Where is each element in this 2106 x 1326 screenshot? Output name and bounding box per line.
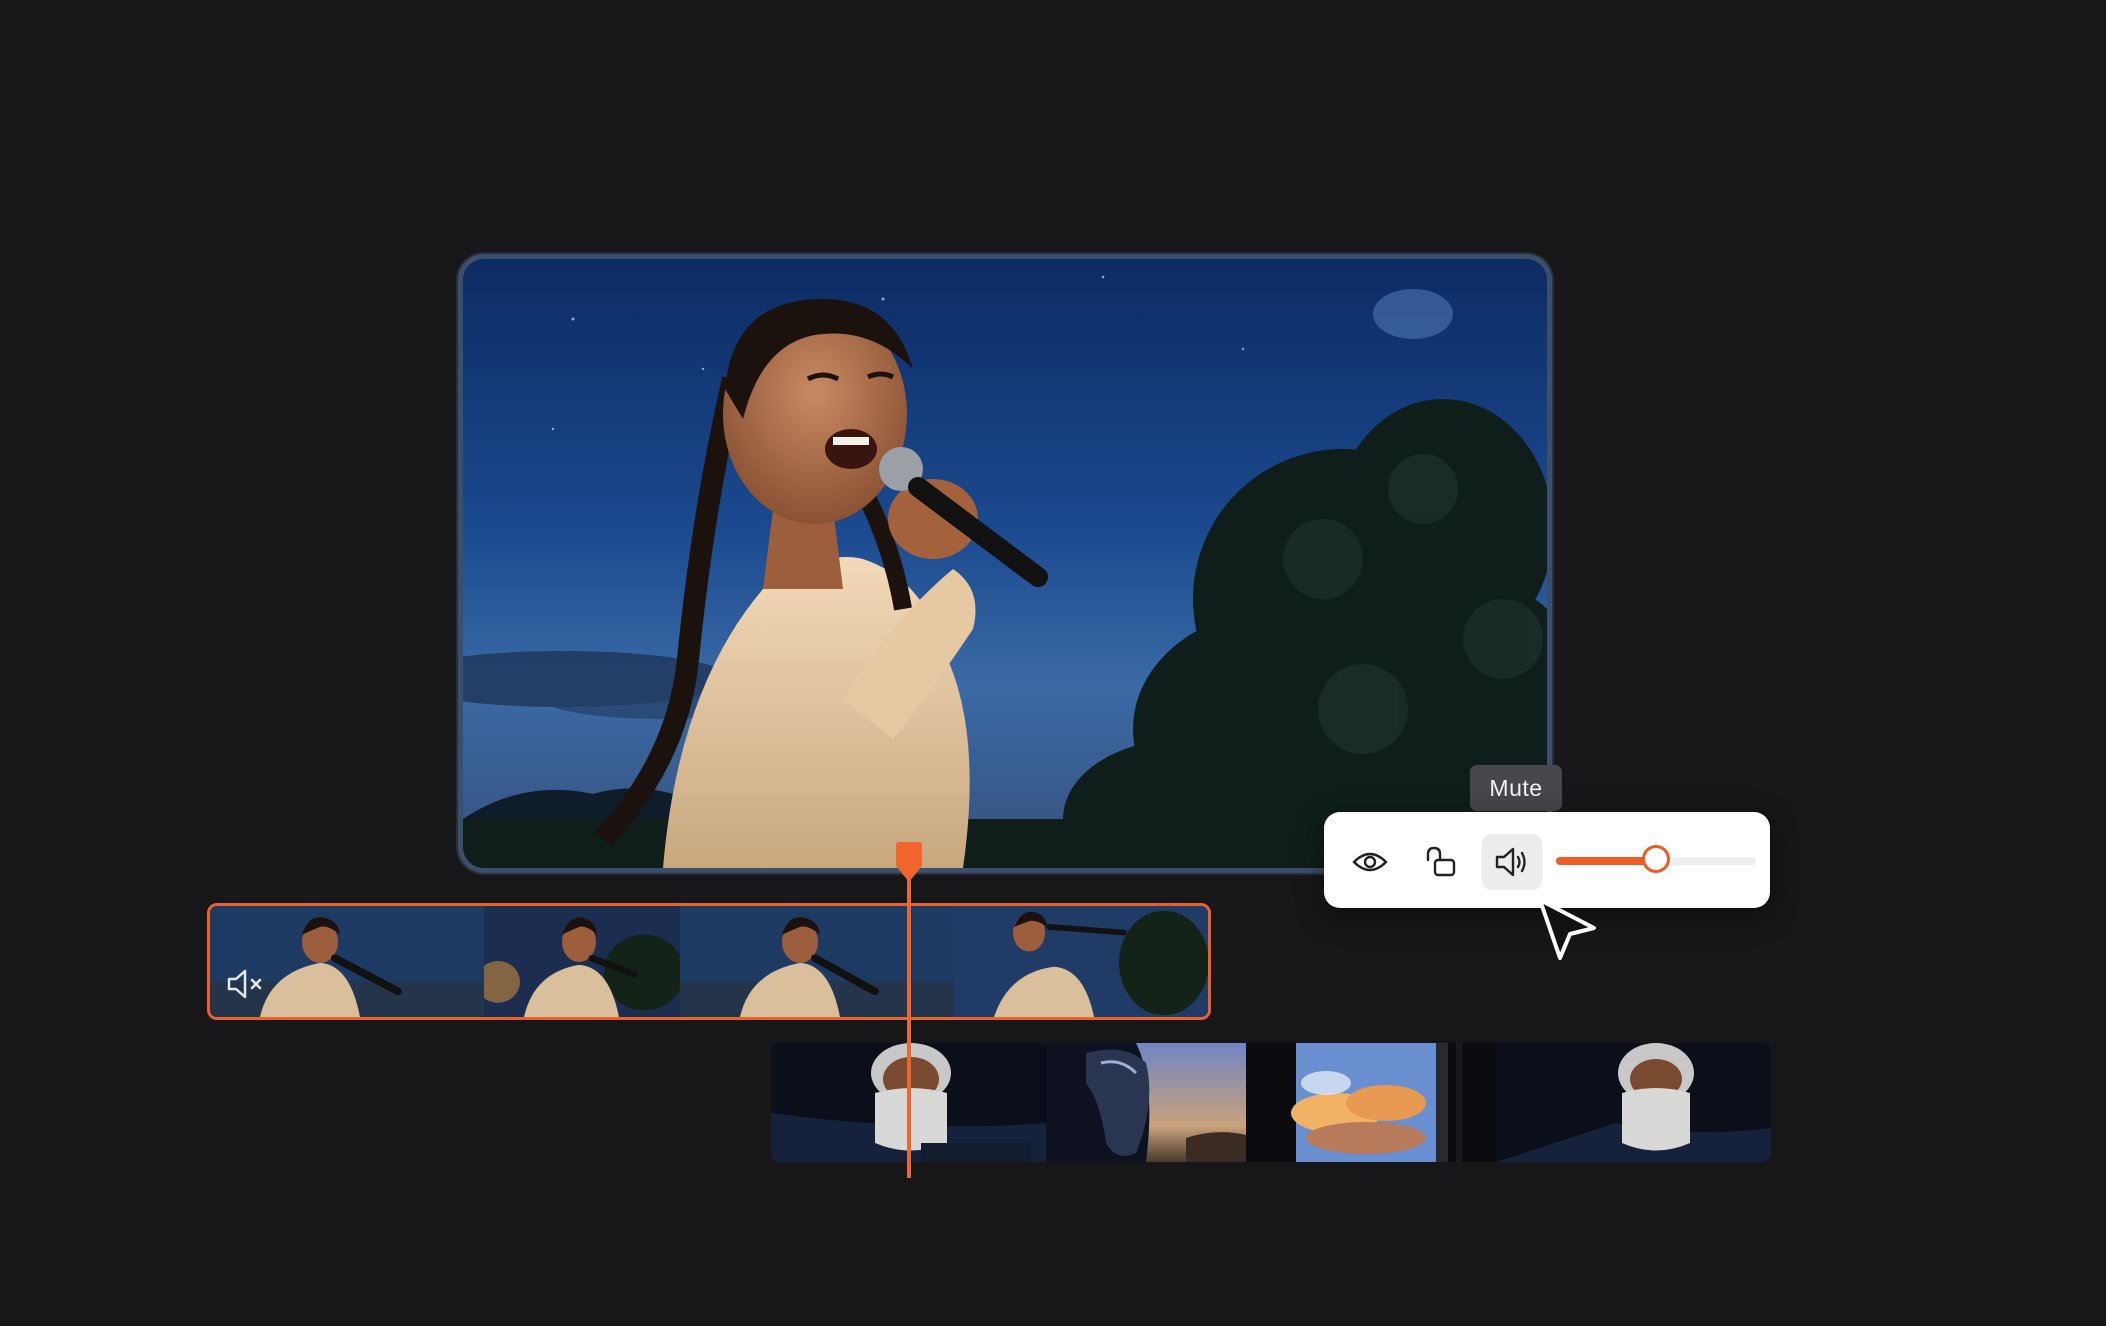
horse-clip[interactable] [1046, 1043, 1246, 1162]
clip-thumbnail [680, 906, 954, 1017]
mouse-cursor-icon [1536, 896, 1606, 966]
singer-clip[interactable] [954, 906, 1208, 1017]
speaker-muted-icon[interactable] [224, 963, 266, 1005]
singer-clip[interactable] [484, 906, 680, 1017]
mute-tooltip: Mute [1470, 765, 1562, 811]
broll-video-track[interactable] [771, 1043, 1771, 1162]
speaker-volume-icon [1495, 847, 1526, 877]
masked-woman-clip[interactable] [1496, 1043, 1771, 1162]
layer-control-bar [1324, 812, 1770, 908]
visibility-button[interactable] [1340, 834, 1400, 890]
main-video-track[interactable] [207, 903, 1211, 1020]
video-preview [458, 254, 1552, 873]
volume-slider[interactable] [1556, 845, 1756, 873]
clip-thumbnail [484, 906, 680, 1017]
preview-image [463, 259, 1547, 868]
clip-thumbnail [954, 906, 1208, 1017]
clip-thumbnail [1496, 1043, 1771, 1162]
lock-button[interactable] [1411, 834, 1471, 890]
volume-slider-thumb[interactable] [1642, 845, 1670, 873]
playhead-handle[interactable] [896, 842, 922, 882]
clip-thumbnail [1246, 1043, 1496, 1162]
singer-clip[interactable] [680, 906, 954, 1017]
playhead-line [907, 862, 911, 1178]
mute-button[interactable] [1482, 834, 1542, 890]
eye-icon [1352, 852, 1388, 872]
sunset-clouds-clip[interactable] [1246, 1043, 1496, 1162]
unlock-icon [1426, 846, 1456, 877]
volume-slider-fill [1556, 857, 1656, 865]
clip-thumbnail [1046, 1043, 1246, 1162]
